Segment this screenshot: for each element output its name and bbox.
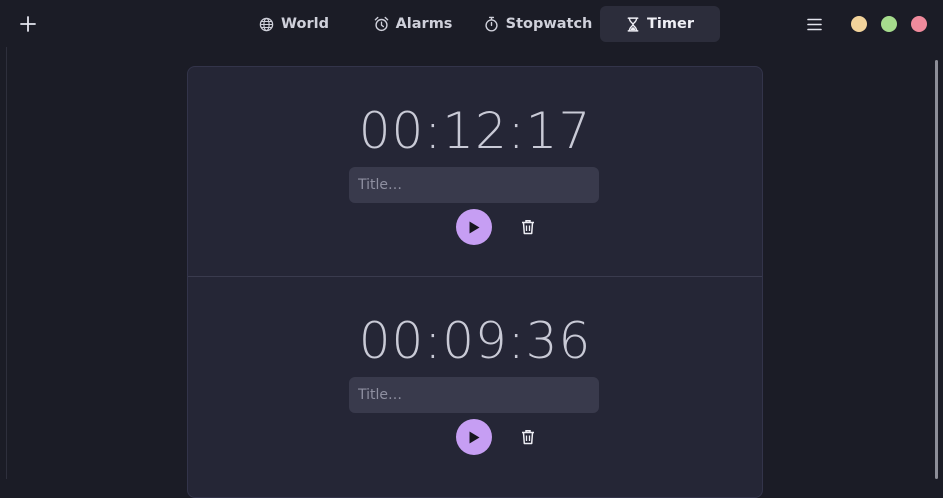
delete-timer-button[interactable] <box>514 425 542 449</box>
tab-timer[interactable]: Timer <box>600 6 720 42</box>
trash-icon <box>522 220 534 235</box>
timer-row: 00:09:36 <box>188 276 762 486</box>
tab-world[interactable]: World <box>244 6 344 42</box>
tab-stopwatch-label: Stopwatch <box>505 16 593 32</box>
window-maximize-button[interactable] <box>881 16 897 32</box>
alarm-clock-icon <box>374 16 388 32</box>
hamburger-menu-icon <box>806 18 822 30</box>
globe-icon <box>259 17 274 31</box>
timer-list: 00:12:17 00:09:36 <box>187 66 763 498</box>
timer-countdown: 00:12:17 <box>358 102 592 160</box>
stopwatch-icon <box>484 16 498 32</box>
window-minimize-button[interactable] <box>851 16 867 32</box>
tab-world-label: World <box>281 16 329 32</box>
tab-timer-label: Timer <box>647 16 694 32</box>
timer-countdown: 00:09:36 <box>358 312 592 370</box>
header-bar: World Alarms Stopwatch Timer <box>0 0 943 47</box>
play-icon <box>469 431 480 443</box>
timer-title-input[interactable] <box>349 167 599 203</box>
scrollbar[interactable] <box>935 60 938 479</box>
timer-title-input[interactable] <box>349 377 599 413</box>
play-icon <box>469 221 480 233</box>
hourglass-icon <box>627 16 639 32</box>
start-timer-button[interactable] <box>456 209 492 245</box>
window-edge <box>6 47 7 479</box>
window-close-button[interactable] <box>911 16 927 32</box>
delete-timer-button[interactable] <box>514 215 542 239</box>
tab-alarms-label: Alarms <box>395 16 453 32</box>
tab-stopwatch[interactable]: Stopwatch <box>478 6 598 42</box>
main-menu-button[interactable] <box>800 10 828 38</box>
start-timer-button[interactable] <box>456 419 492 455</box>
timer-row: 00:12:17 <box>188 67 762 276</box>
tab-alarms[interactable]: Alarms <box>363 6 463 42</box>
trash-icon <box>522 430 534 445</box>
